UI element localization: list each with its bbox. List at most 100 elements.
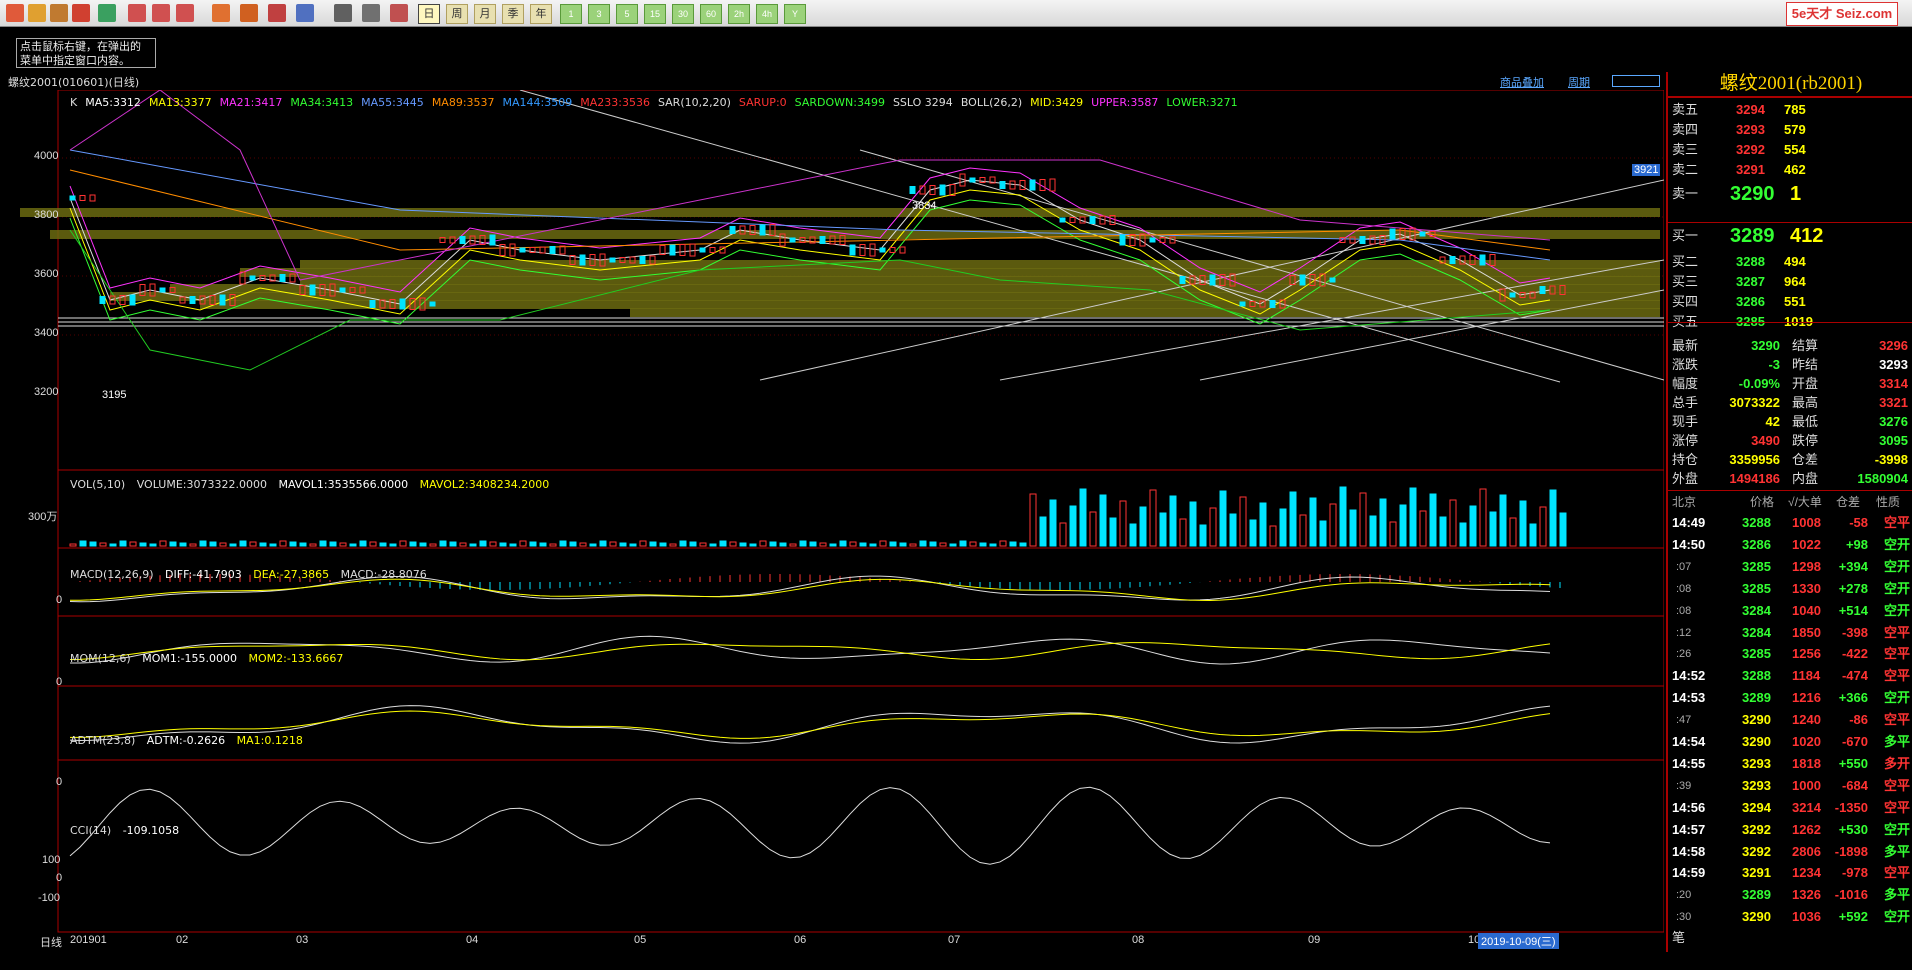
orderbook-row: 买一 3289 412 — [1668, 226, 1912, 246]
candle — [549, 246, 556, 254]
orderbook-row: 卖五 3294 785 — [1668, 100, 1912, 120]
volume-profile-bar — [20, 208, 1660, 217]
tick-nature: 空平 — [1883, 646, 1910, 662]
candle — [699, 247, 706, 253]
orderbook-volume: 554 — [1784, 142, 1806, 157]
period-year-button[interactable]: 年 — [530, 4, 552, 24]
zoom-icon[interactable] — [152, 4, 170, 22]
tick-price: 3290 — [1742, 712, 1771, 728]
volume-bar — [1489, 511, 1497, 547]
mom-axis-zero: 0 — [56, 676, 63, 688]
chart-titlebar: 螺纹2001(010601)(日线) 商品叠加 周期 — [0, 72, 1664, 90]
tick-oi-change: -1350 — [1834, 799, 1868, 815]
volume-bar — [1069, 505, 1077, 547]
volume-bar — [1039, 516, 1047, 547]
candle — [819, 236, 826, 244]
tick-price: 3293 — [1742, 777, 1771, 793]
period-link[interactable]: 周期 — [1568, 74, 1590, 90]
volume-profile-bar — [300, 276, 1660, 285]
volume-bar — [959, 540, 967, 547]
volume-bar — [1049, 499, 1057, 547]
volume-bar — [1409, 487, 1417, 547]
tick-time: 14:49 — [1672, 515, 1706, 530]
volume-profile-bar — [630, 308, 1660, 317]
calendar-icon[interactable] — [362, 4, 380, 22]
period-4h-button[interactable]: 4h — [756, 4, 778, 24]
tick-nature: 空平 — [1883, 668, 1910, 684]
chart-icon[interactable] — [296, 4, 314, 22]
tick-oi-change: +514 — [1838, 602, 1868, 618]
home-icon[interactable] — [6, 4, 24, 22]
orderbook-volume: 551 — [1784, 294, 1806, 309]
search-alt-icon[interactable] — [176, 4, 194, 22]
candle — [79, 195, 86, 201]
orderbook-price: 3293 — [1736, 122, 1765, 137]
stat-label: 跌停 — [1792, 433, 1819, 448]
vol-label: VOL(5,10) — [70, 478, 126, 491]
pen-icon[interactable] — [212, 4, 230, 22]
volume-bar — [1159, 512, 1167, 547]
volume-bar — [1279, 508, 1287, 547]
folder-icon[interactable] — [28, 4, 46, 22]
compare-icon[interactable] — [390, 4, 408, 22]
tick-oi-change: +98 — [1845, 536, 1868, 552]
candle — [1049, 178, 1056, 192]
candle — [1009, 180, 1016, 190]
tick-time: 14:54 — [1672, 734, 1706, 749]
volume-bar — [1509, 517, 1517, 547]
volume-bar — [1439, 516, 1447, 547]
orderbook-price: 3294 — [1736, 102, 1765, 117]
stat-value: 1494186 — [1729, 471, 1780, 486]
macd-axis-zero: 0 — [56, 594, 63, 606]
period-1m-button[interactable]: 1 — [560, 4, 582, 24]
stat-value: 3290 — [1751, 338, 1780, 353]
period-week-button[interactable]: 周 — [446, 4, 468, 24]
main-indicator-item: SSLO 3294 — [892, 96, 953, 109]
orderbook-row: 卖四 3293 579 — [1668, 120, 1912, 140]
panel-border — [57, 685, 1664, 761]
tick-nature: 空开 — [1883, 536, 1910, 552]
volume-bar — [1179, 518, 1187, 547]
period-60m-button[interactable]: 60 — [700, 4, 722, 24]
volume-bar — [629, 543, 637, 547]
book-icon[interactable] — [50, 4, 68, 22]
volume-bar — [1499, 494, 1507, 547]
volume-bar — [829, 543, 837, 547]
kline-chart[interactable] — [0, 90, 1664, 970]
period-5m-button[interactable]: 5 — [616, 4, 638, 24]
period-2h-button[interactable]: 2h — [728, 4, 750, 24]
period-y-button[interactable]: Y — [784, 4, 806, 24]
brush-icon[interactable] — [240, 4, 258, 22]
tick-row: 14:49 3288 1008 -58 空平 — [1668, 512, 1912, 534]
period-30m-button[interactable]: 30 — [672, 4, 694, 24]
tick-nature: 空平 — [1883, 799, 1910, 815]
volume-bar — [119, 540, 127, 547]
quote-panel: 螺纹2001(rb2001) 卖五 3294 785 卖四 3293 579 卖三 3292 5… — [1666, 72, 1912, 964]
overlay-link[interactable]: 商品叠加 — [1500, 74, 1544, 90]
period-15m-button[interactable]: 15 — [644, 4, 666, 24]
filter-icon[interactable] — [268, 4, 286, 22]
tick-time: 14:57 — [1672, 821, 1706, 837]
volume-profile-bar — [300, 260, 1660, 269]
volume-bar — [919, 540, 927, 547]
tick-footer-label: 笔 — [1672, 930, 1686, 945]
refresh-icon[interactable] — [98, 4, 116, 22]
volume-bar — [1559, 512, 1567, 547]
tick-nature: 空开 — [1883, 909, 1910, 925]
period-3m-button[interactable]: 3 — [588, 4, 610, 24]
toolbar: 日 周 月 季 年 1 3 5 15 30 60 2h 4h Y 5e天才 Se… — [0, 0, 1912, 27]
period-quarter-button[interactable]: 季 — [502, 4, 524, 24]
stat-label: 昨结 — [1792, 357, 1819, 372]
table-icon[interactable] — [334, 4, 352, 22]
candle — [189, 296, 196, 304]
nav-arrows-icon[interactable] — [1612, 75, 1660, 87]
volume-profile-bar — [110, 292, 1660, 301]
orderbook-label: 买二 — [1672, 254, 1699, 269]
volume-bar — [809, 541, 817, 547]
search-icon[interactable] — [128, 4, 146, 22]
period-month-button[interactable]: 月 — [474, 4, 496, 24]
stat-label: 涨跌 — [1672, 357, 1699, 372]
x-label-09: 09 — [1308, 934, 1321, 946]
sheet-icon[interactable] — [72, 4, 90, 22]
period-day-button[interactable]: 日 — [418, 4, 440, 24]
